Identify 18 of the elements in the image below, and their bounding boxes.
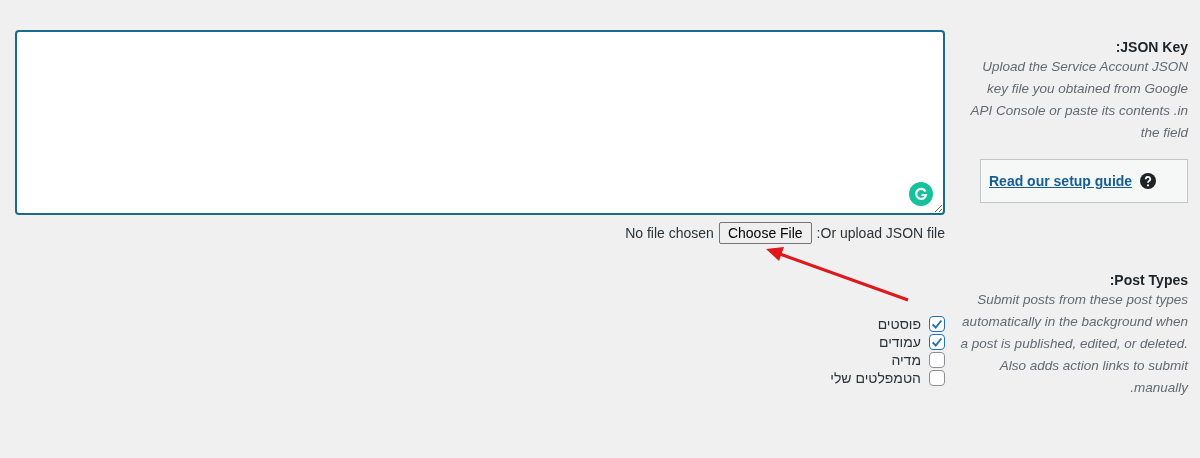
json-key-description: Upload the Service Account JSON key file you obtained from Google API Console or paste its contents .in the field <box>969 58 1188 142</box>
post-types-description: Submit posts from these post types automatically in the background when a post is published, edited, or deleted. Also adds action links to submit .manually <box>960 291 1188 397</box>
json-key-field[interactable] <box>15 30 945 215</box>
checkbox[interactable] <box>929 316 945 332</box>
post-type-label: עמודים <box>879 334 921 350</box>
upload-label: :Or upload JSON file <box>816 225 945 241</box>
checkbox[interactable] <box>929 370 945 386</box>
post-type-label: מדיה <box>891 352 921 368</box>
help-icon[interactable] <box>1140 173 1157 189</box>
post-type-label: פוסטים <box>877 316 921 332</box>
json-key-label: :JSON Key <box>1114 39 1188 55</box>
choose-file-button[interactable]: Choose File <box>718 222 812 244</box>
file-status: No file chosen <box>625 225 714 241</box>
setup-guide-link[interactable]: Read our setup guide <box>989 173 1133 189</box>
post-types-label: :Post Types <box>1108 272 1188 288</box>
checkbox[interactable] <box>929 334 945 350</box>
post-type-label: הטמפלטים שלי <box>830 370 921 386</box>
checkbox[interactable] <box>929 352 945 368</box>
